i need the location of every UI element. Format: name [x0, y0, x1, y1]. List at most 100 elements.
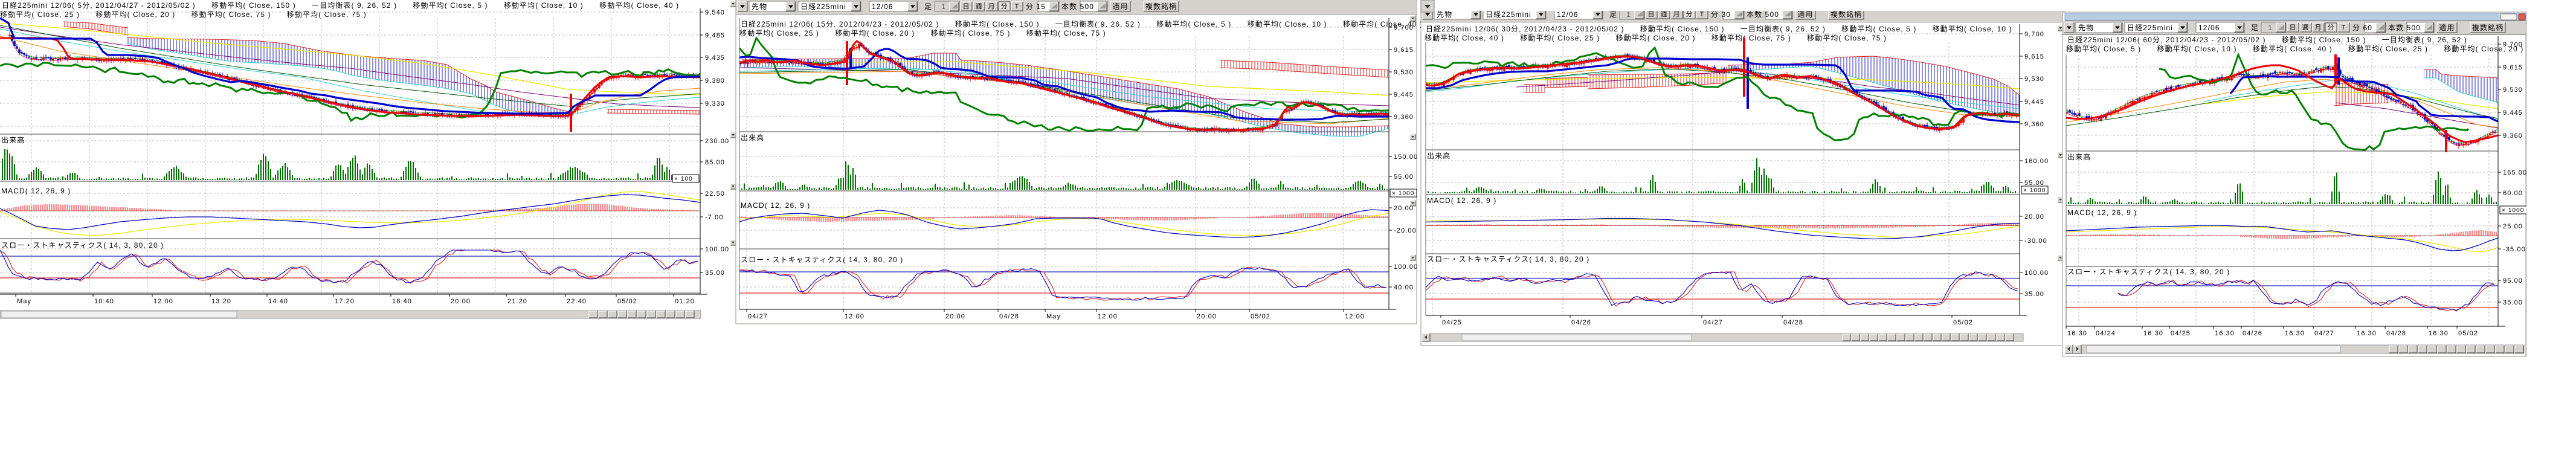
svg-text:55.00: 55.00: [1394, 173, 1414, 181]
svg-text:04/27: 04/27: [748, 313, 768, 320]
svg-text:9,700: 9,700: [2503, 41, 2523, 48]
svg-text:週: 週: [2302, 24, 2309, 31]
svg-text:T: T: [1015, 3, 1020, 10]
svg-text:20.00: 20.00: [2024, 213, 2044, 221]
svg-text:月: 月: [988, 3, 995, 10]
svg-text:12/06: 12/06: [2198, 24, 2220, 32]
svg-text:出来高: 出来高: [1427, 151, 1451, 160]
svg-text:-7.00: -7.00: [705, 214, 724, 221]
svg-text:04/25: 04/25: [2171, 330, 2191, 337]
svg-text:160.00: 160.00: [2024, 158, 2049, 165]
svg-text:9,360: 9,360: [2024, 121, 2044, 128]
svg-text:9,615: 9,615: [2503, 64, 2523, 71]
svg-text:日: 日: [962, 3, 970, 10]
svg-text:スロー・ストキャスティクス( 14, 3, 80, 20 ): スロー・ストキャスティクス( 14, 3, 80, 20 ): [1427, 255, 1589, 263]
svg-text:May: May: [17, 298, 31, 305]
svg-text:20:00: 20:00: [451, 298, 471, 305]
svg-text:14:40: 14:40: [268, 298, 288, 305]
svg-text:22.50: 22.50: [705, 190, 725, 198]
svg-text:9,380: 9,380: [705, 77, 725, 85]
svg-text:10:40: 10:40: [94, 298, 114, 305]
svg-text:165.00: 165.00: [2503, 169, 2527, 176]
svg-text:先物: 先物: [2078, 24, 2094, 32]
svg-text:日経225mini: 日経225mini: [2127, 24, 2173, 32]
svg-text:500: 500: [2407, 24, 2421, 32]
svg-text:20:00: 20:00: [1197, 313, 1217, 320]
svg-text:22:40: 22:40: [567, 298, 587, 305]
svg-text:分: 分: [1711, 10, 1719, 19]
svg-text:13:20: 13:20: [211, 298, 231, 305]
svg-text:9,700: 9,700: [2024, 31, 2044, 38]
svg-text:MACD( 12, 26, 9 ): MACD( 12, 26, 9 ): [2067, 208, 2137, 217]
svg-text:分: 分: [1000, 2, 1008, 10]
svg-text:500: 500: [1080, 2, 1094, 11]
svg-text:-30.00: -30.00: [2024, 237, 2047, 245]
svg-text:分: 分: [2352, 24, 2360, 32]
svg-text:足: 足: [2251, 24, 2259, 32]
svg-text:× 1000: × 1000: [1392, 190, 1414, 197]
svg-text:35.00: 35.00: [705, 269, 725, 277]
svg-text:40.00: 40.00: [1394, 284, 1414, 291]
svg-text:日: 日: [2289, 24, 2296, 31]
svg-text:本数: 本数: [1061, 2, 1077, 11]
svg-text:12:00: 12:00: [845, 313, 865, 320]
svg-text:移動平均( Close, 25 ) 移動平均( Close: 移動平均( Close, 25 ) 移動平均( Close, 20 ) 移動平均…: [739, 29, 1106, 37]
svg-text:35.00: 35.00: [2024, 291, 2044, 298]
svg-text:本数: 本数: [1747, 10, 1762, 19]
svg-text:適用: 適用: [2439, 23, 2455, 32]
svg-text:9,530: 9,530: [1394, 69, 1414, 76]
svg-text:16:30: 16:30: [2285, 330, 2305, 337]
svg-text:-20.00: -20.00: [1394, 227, 1417, 234]
svg-text:30: 30: [1721, 10, 1731, 19]
svg-text:04/28: 04/28: [1783, 319, 1803, 326]
svg-text:月: 月: [2314, 24, 2322, 31]
svg-text:12:00: 12:00: [1345, 313, 1365, 320]
svg-text:16:30: 16:30: [2357, 330, 2377, 337]
svg-text:04/26: 04/26: [1571, 319, 1591, 326]
svg-text:04/27: 04/27: [1703, 319, 1723, 326]
svg-text:150.00: 150.00: [1394, 153, 1418, 161]
svg-text:先物: 先物: [752, 2, 767, 11]
svg-text:先物: 先物: [1437, 10, 1452, 19]
svg-text:05/02: 05/02: [1251, 313, 1270, 320]
svg-text:9,435: 9,435: [705, 54, 725, 62]
svg-text:足: 足: [924, 2, 932, 11]
svg-text:05/02: 05/02: [617, 298, 637, 305]
svg-text:9,615: 9,615: [1394, 47, 1414, 54]
svg-text:100.00: 100.00: [2024, 269, 2049, 277]
svg-text:月: 月: [1673, 11, 1680, 18]
svg-text:出来高: 出来高: [1, 135, 25, 144]
svg-text:日: 日: [1647, 11, 1655, 18]
svg-text:12/06: 12/06: [1557, 10, 1579, 19]
svg-text:適用: 適用: [1112, 2, 1128, 11]
svg-text:日経225mini 12/06( 30分, 2012/04/: 日経225mini 12/06( 30分, 2012/04/23 - 2012/…: [1426, 25, 2012, 33]
svg-text:MACD( 12, 26, 9 ): MACD( 12, 26, 9 ): [741, 201, 810, 210]
svg-text:9,330: 9,330: [705, 100, 725, 108]
svg-text:04/24: 04/24: [2096, 330, 2116, 337]
svg-text:9,540: 9,540: [705, 9, 725, 16]
svg-text:04/28: 04/28: [999, 313, 1019, 320]
svg-text:04/26: 04/26: [2243, 330, 2262, 337]
svg-text:分: 分: [2327, 24, 2334, 31]
svg-text:適用: 適用: [1797, 10, 1813, 19]
svg-text:分: 分: [1686, 10, 1693, 18]
svg-text:スロー・ストキャスティクス( 14, 3, 80, 20 ): スロー・ストキャスティクス( 14, 3, 80, 20 ): [741, 256, 903, 264]
svg-text:04/27: 04/27: [2314, 330, 2334, 337]
svg-text:スロー・ストキャスティクス( 14, 3, 80, 20 ): スロー・ストキャスティクス( 14, 3, 80, 20 ): [2067, 268, 2230, 276]
svg-text:500: 500: [1765, 10, 1779, 19]
svg-text:05/02: 05/02: [2458, 330, 2478, 337]
svg-text:9,445: 9,445: [2503, 109, 2523, 117]
svg-text:-35.00: -35.00: [2503, 246, 2526, 253]
svg-text:9,700: 9,700: [1394, 24, 1414, 31]
svg-text:9,445: 9,445: [1394, 91, 1414, 98]
svg-text:× 1000: × 1000: [2023, 187, 2046, 194]
svg-text:出来高: 出来高: [741, 133, 764, 142]
svg-text:9,530: 9,530: [2503, 86, 2523, 94]
svg-text:20:00: 20:00: [945, 313, 965, 320]
svg-text:230.00: 230.00: [705, 138, 729, 145]
svg-text:T: T: [1700, 11, 1705, 18]
svg-text:1: 1: [2268, 24, 2273, 32]
svg-text:May: May: [1046, 313, 1061, 320]
svg-text:日経225mini 12/06( 5分, 2012/04/2: 日経225mini 12/06( 5分, 2012/04/27 - 2012/0…: [2, 1, 679, 10]
svg-text:複数銘柄: 複数銘柄: [1145, 2, 1177, 11]
